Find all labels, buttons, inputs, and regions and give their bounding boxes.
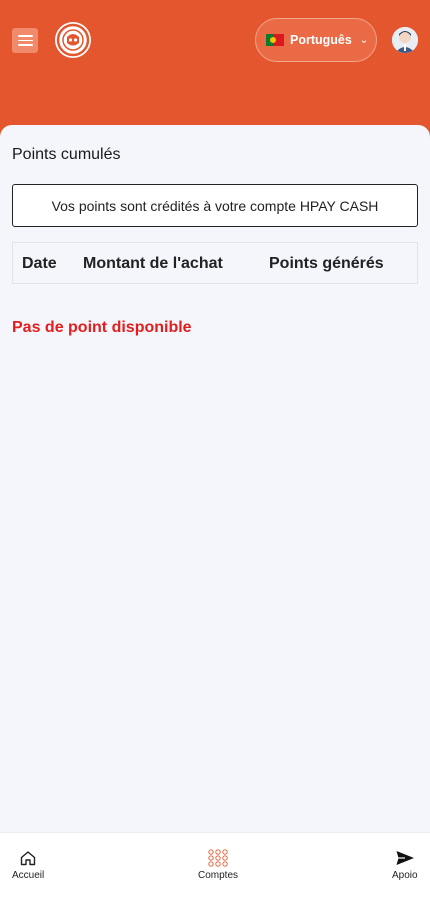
top-header: Português ⌄	[0, 0, 430, 140]
points-card: Points cumulés Vos points sont crédités …	[0, 125, 430, 832]
brand-logo-icon	[56, 23, 90, 57]
user-avatar-icon	[392, 27, 418, 53]
points-table-header: Date Montant de l'achat Points générés	[12, 242, 418, 284]
user-avatar[interactable]	[392, 27, 418, 53]
page-title: Points cumulés	[12, 146, 121, 163]
language-selector[interactable]: Português ⌄	[255, 18, 377, 62]
column-header-amount: Montant de l'achat	[83, 255, 223, 272]
nav-item-comptes[interactable]: Comptes	[198, 849, 238, 881]
portugal-flag-icon	[266, 34, 284, 46]
language-label: Português	[290, 33, 352, 47]
grid-dots-icon	[208, 849, 228, 867]
menu-line	[17, 39, 33, 42]
nav-item-accueil[interactable]: Accueil	[12, 849, 44, 881]
brand-logo[interactable]	[55, 22, 91, 58]
nav-label: Apoio	[392, 870, 418, 881]
nav-label: Comptes	[198, 870, 239, 881]
bottom-navigation: Accueil Comptes Apoio	[0, 832, 430, 900]
nav-label: Accueil	[12, 870, 45, 881]
notice-text: Vos points sont crédités à votre compte …	[51, 197, 379, 214]
hamburger-menu-button[interactable]	[12, 28, 38, 53]
menu-line	[17, 44, 33, 46]
home-icon	[20, 851, 36, 866]
points-notice: Vos points sont crédités à votre compte …	[12, 184, 418, 227]
chevron-down-icon: ⌄	[359, 34, 369, 46]
empty-state-message: Pas de point disponible	[12, 319, 192, 336]
nav-item-apoio[interactable]: Apoio	[392, 849, 418, 881]
column-header-points: Points générés	[269, 255, 384, 272]
menu-line	[17, 35, 33, 37]
column-header-date: Date	[22, 255, 57, 272]
send-icon	[396, 851, 414, 865]
